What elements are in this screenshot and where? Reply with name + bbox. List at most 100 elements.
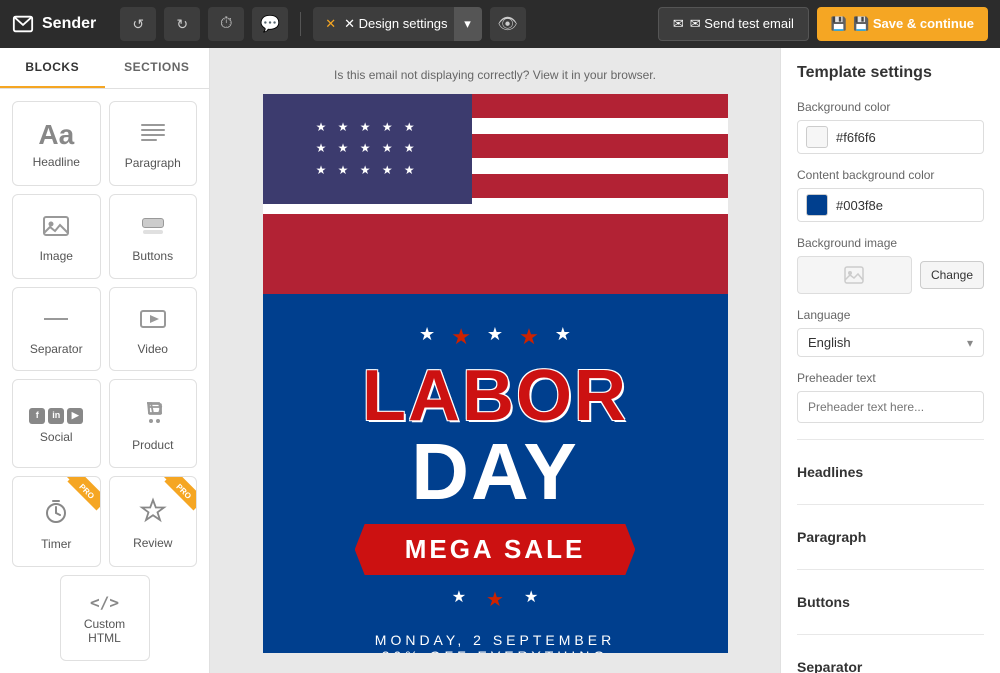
divider-3 — [797, 569, 984, 570]
right-panel-title: Template settings — [797, 64, 984, 82]
save-label: 💾 Save & continue — [853, 16, 974, 32]
redo-icon: ↻ — [176, 16, 188, 33]
save-continue-button[interactable]: 💾 💾 Save & continue — [817, 7, 988, 41]
custom-html-icon: </> — [90, 595, 119, 611]
block-video[interactable]: Video — [109, 287, 198, 372]
content-bg-label: Content background color — [797, 168, 984, 182]
star-bottom-2: ★ — [486, 587, 504, 612]
design-settings-label: ✕ Design settings — [344, 16, 447, 32]
left-panel: BLOCKS SECTIONS Aa Headline Paragraph — [0, 48, 210, 673]
bg-color-swatch[interactable] — [806, 126, 828, 148]
block-image[interactable]: Image — [12, 194, 101, 279]
comment-button[interactable]: 💬 — [252, 7, 288, 41]
paragraph-link[interactable]: Paragraph — [797, 521, 984, 553]
block-social-label: Social — [40, 430, 73, 444]
block-review-label: Review — [133, 536, 172, 550]
video-icon — [139, 307, 167, 336]
block-video-label: Video — [138, 342, 168, 356]
undo-button[interactable]: ↺ — [120, 7, 156, 41]
language-select[interactable]: English ▾ — [797, 328, 984, 357]
content-bg-swatch[interactable] — [806, 194, 828, 216]
topbar: Sender ↺ ↻ ⏱ 💬 ✕ ✕ Design settings ▾ 👁 ✉… — [0, 0, 1000, 48]
star-red-1: ★ — [451, 324, 471, 350]
preheader-label: Preheader text — [797, 371, 984, 385]
redo-button[interactable]: ↻ — [164, 7, 200, 41]
email-date: MONDAY, 2 SEPTEMBER — [303, 632, 688, 648]
send-test-button[interactable]: ✉ ✉ Send test email — [658, 7, 809, 41]
preheader-bar: Is this email not displaying correctly? … — [334, 68, 656, 82]
logo-icon — [12, 13, 34, 35]
block-image-label: Image — [40, 249, 73, 263]
block-custom-html[interactable]: </> Custom HTML — [60, 575, 150, 661]
labor-text: LABOR — [303, 360, 688, 432]
content-bg-row[interactable]: #003f8e — [797, 188, 984, 222]
block-timer[interactable]: PRO Timer — [12, 476, 101, 567]
design-settings-button[interactable]: ✕ ✕ Design settings ▾ — [313, 7, 481, 41]
blocks-grid: Aa Headline Paragraph Image — [0, 89, 209, 673]
block-headline-label: Headline — [33, 155, 80, 169]
divider-4 — [797, 634, 984, 635]
bg-color-label: Background color — [797, 100, 984, 114]
stars-row-bottom: ★ ★ ★ — [303, 587, 688, 612]
design-settings-x-icon: ✕ — [325, 16, 336, 32]
bg-image-label: Background image — [797, 236, 984, 250]
review-pro-badge: PRO — [156, 477, 196, 517]
comment-icon: 💬 — [260, 14, 280, 34]
eye-icon: 👁 — [497, 14, 517, 34]
preview-button[interactable]: 👁 — [490, 7, 526, 41]
headlines-link[interactable]: Headlines — [797, 456, 984, 488]
block-review[interactable]: PRO Review — [109, 476, 198, 567]
save-icon: 💾 — [831, 16, 847, 32]
undo-icon: ↺ — [132, 16, 144, 33]
headline-icon: Aa — [38, 121, 74, 149]
buttons-link[interactable]: Buttons — [797, 586, 984, 618]
bg-image-placeholder — [797, 256, 912, 294]
bg-color-row[interactable]: #f6f6f6 — [797, 120, 984, 154]
right-panel: Template settings Background color #f6f6… — [780, 48, 1000, 673]
block-buttons-label: Buttons — [132, 249, 173, 263]
send-test-label: ✉ Send test email — [690, 16, 794, 32]
block-paragraph-label: Paragraph — [125, 156, 181, 170]
block-custom-html-label: Custom HTML — [69, 617, 141, 645]
panel-tabs: BLOCKS SECTIONS — [0, 48, 209, 89]
block-social[interactable]: f in ▶ Social — [12, 379, 101, 468]
app-name: Sender — [42, 15, 96, 33]
chevron-down-icon: ▾ — [967, 336, 973, 350]
block-paragraph[interactable]: Paragraph — [109, 101, 198, 186]
social-icon: f in ▶ — [29, 408, 83, 424]
email-canvas: ★ ★ ★ ★ ★★ ★ ★ ★ ★★ ★ ★ ★ ★ ★ ★ ★ ★ ★ LA… — [263, 94, 728, 653]
send-icon: ✉ — [673, 16, 684, 32]
image-placeholder-icon — [844, 266, 864, 284]
flag-canton: ★ ★ ★ ★ ★★ ★ ★ ★ ★★ ★ ★ ★ ★ — [263, 94, 472, 204]
history-button[interactable]: ⏱ — [208, 7, 244, 41]
separator-link[interactable]: Separator — [797, 651, 984, 673]
preheader-section: Preheader text — [797, 371, 984, 423]
canvas-area: Is this email not displaying correctly? … — [210, 48, 780, 673]
block-buttons[interactable]: Buttons — [109, 194, 198, 279]
buttons-icon — [139, 214, 167, 243]
chevron-down-icon: ▾ — [454, 7, 482, 41]
tab-sections[interactable]: SECTIONS — [105, 48, 210, 88]
divider-2 — [797, 504, 984, 505]
bg-color-section: Background color #f6f6f6 — [797, 100, 984, 154]
content-bg-value: #003f8e — [836, 198, 975, 213]
star-bottom-3: ★ — [524, 587, 538, 612]
mega-sale-banner: MEGA SALE — [303, 524, 688, 575]
preheader-input[interactable] — [797, 391, 984, 423]
block-separator-label: Separator — [30, 342, 83, 356]
content-bg-section: Content background color #003f8e — [797, 168, 984, 222]
block-product[interactable]: Product — [109, 379, 198, 468]
bg-image-change-button[interactable]: Change — [920, 261, 984, 289]
email-body: ★ ★ ★ ★ ★ LABOR DAY MEGA SALE — [263, 294, 728, 653]
divider-1 — [797, 439, 984, 440]
timer-pro-badge: PRO — [60, 477, 100, 517]
bg-image-row: Change — [797, 256, 984, 294]
tab-blocks[interactable]: BLOCKS — [0, 48, 105, 88]
star-bottom-1: ★ — [452, 587, 466, 612]
language-value: English — [808, 335, 851, 350]
language-section: Language English ▾ — [797, 308, 984, 357]
email-offer: 30% OFF EVERYTHING — [303, 648, 688, 653]
block-separator[interactable]: Separator — [12, 287, 101, 372]
block-headline[interactable]: Aa Headline — [12, 101, 101, 186]
product-icon — [139, 399, 167, 432]
